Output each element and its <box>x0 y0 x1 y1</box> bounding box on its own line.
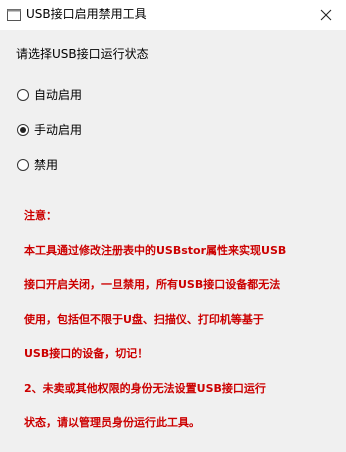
radio-auto-enable[interactable]: 自动启用 <box>17 87 82 103</box>
close-button[interactable] <box>306 0 346 30</box>
notice-text: 注意： 本工具通过修改注册表中的USBstor属性来实现USB 接口开启关闭，一… <box>24 187 342 452</box>
window-title: USB接口启用禁用工具 <box>26 7 147 21</box>
title-bar[interactable]: USB接口启用禁用工具 <box>0 0 346 30</box>
app-window: USB接口启用禁用工具 请选择USB接口运行状态 自动启用 手动启用 禁用 注意… <box>0 0 346 428</box>
radio-circle-checked-icon[interactable] <box>17 124 29 136</box>
notice-line: 接口开启关闭，一旦禁用，所有USB接口设备都无法 <box>24 278 281 291</box>
radio-manual-enable[interactable]: 手动启用 <box>17 122 82 138</box>
close-icon <box>320 9 332 21</box>
radio-label-manual-enable[interactable]: 手动启用 <box>34 123 82 137</box>
notice-line: 状态，请以管理员身份运行此工具。 <box>24 416 200 429</box>
radio-label-disable[interactable]: 禁用 <box>34 158 58 172</box>
radio-disable[interactable]: 禁用 <box>17 157 58 173</box>
notice-line: 2、未卖或其他权限的身份无法设置USB接口运行 <box>24 381 266 395</box>
radio-circle-icon[interactable] <box>17 89 29 101</box>
notice-line: USB接口的设备，切记！ <box>24 347 149 360</box>
status-prompt-label: 请选择USB接口运行状态 <box>16 47 149 61</box>
notice-line: 使用，包括但不限于U盘、扫描仪、打印机等基于 <box>24 312 264 326</box>
radio-label-auto-enable[interactable]: 自动启用 <box>34 88 82 102</box>
radio-circle-icon[interactable] <box>17 159 29 171</box>
notice-line: 本工具通过修改注册表中的USBstor属性来实现USB <box>24 243 287 257</box>
notice-line: 注意： <box>24 209 57 222</box>
app-icon <box>6 7 22 23</box>
